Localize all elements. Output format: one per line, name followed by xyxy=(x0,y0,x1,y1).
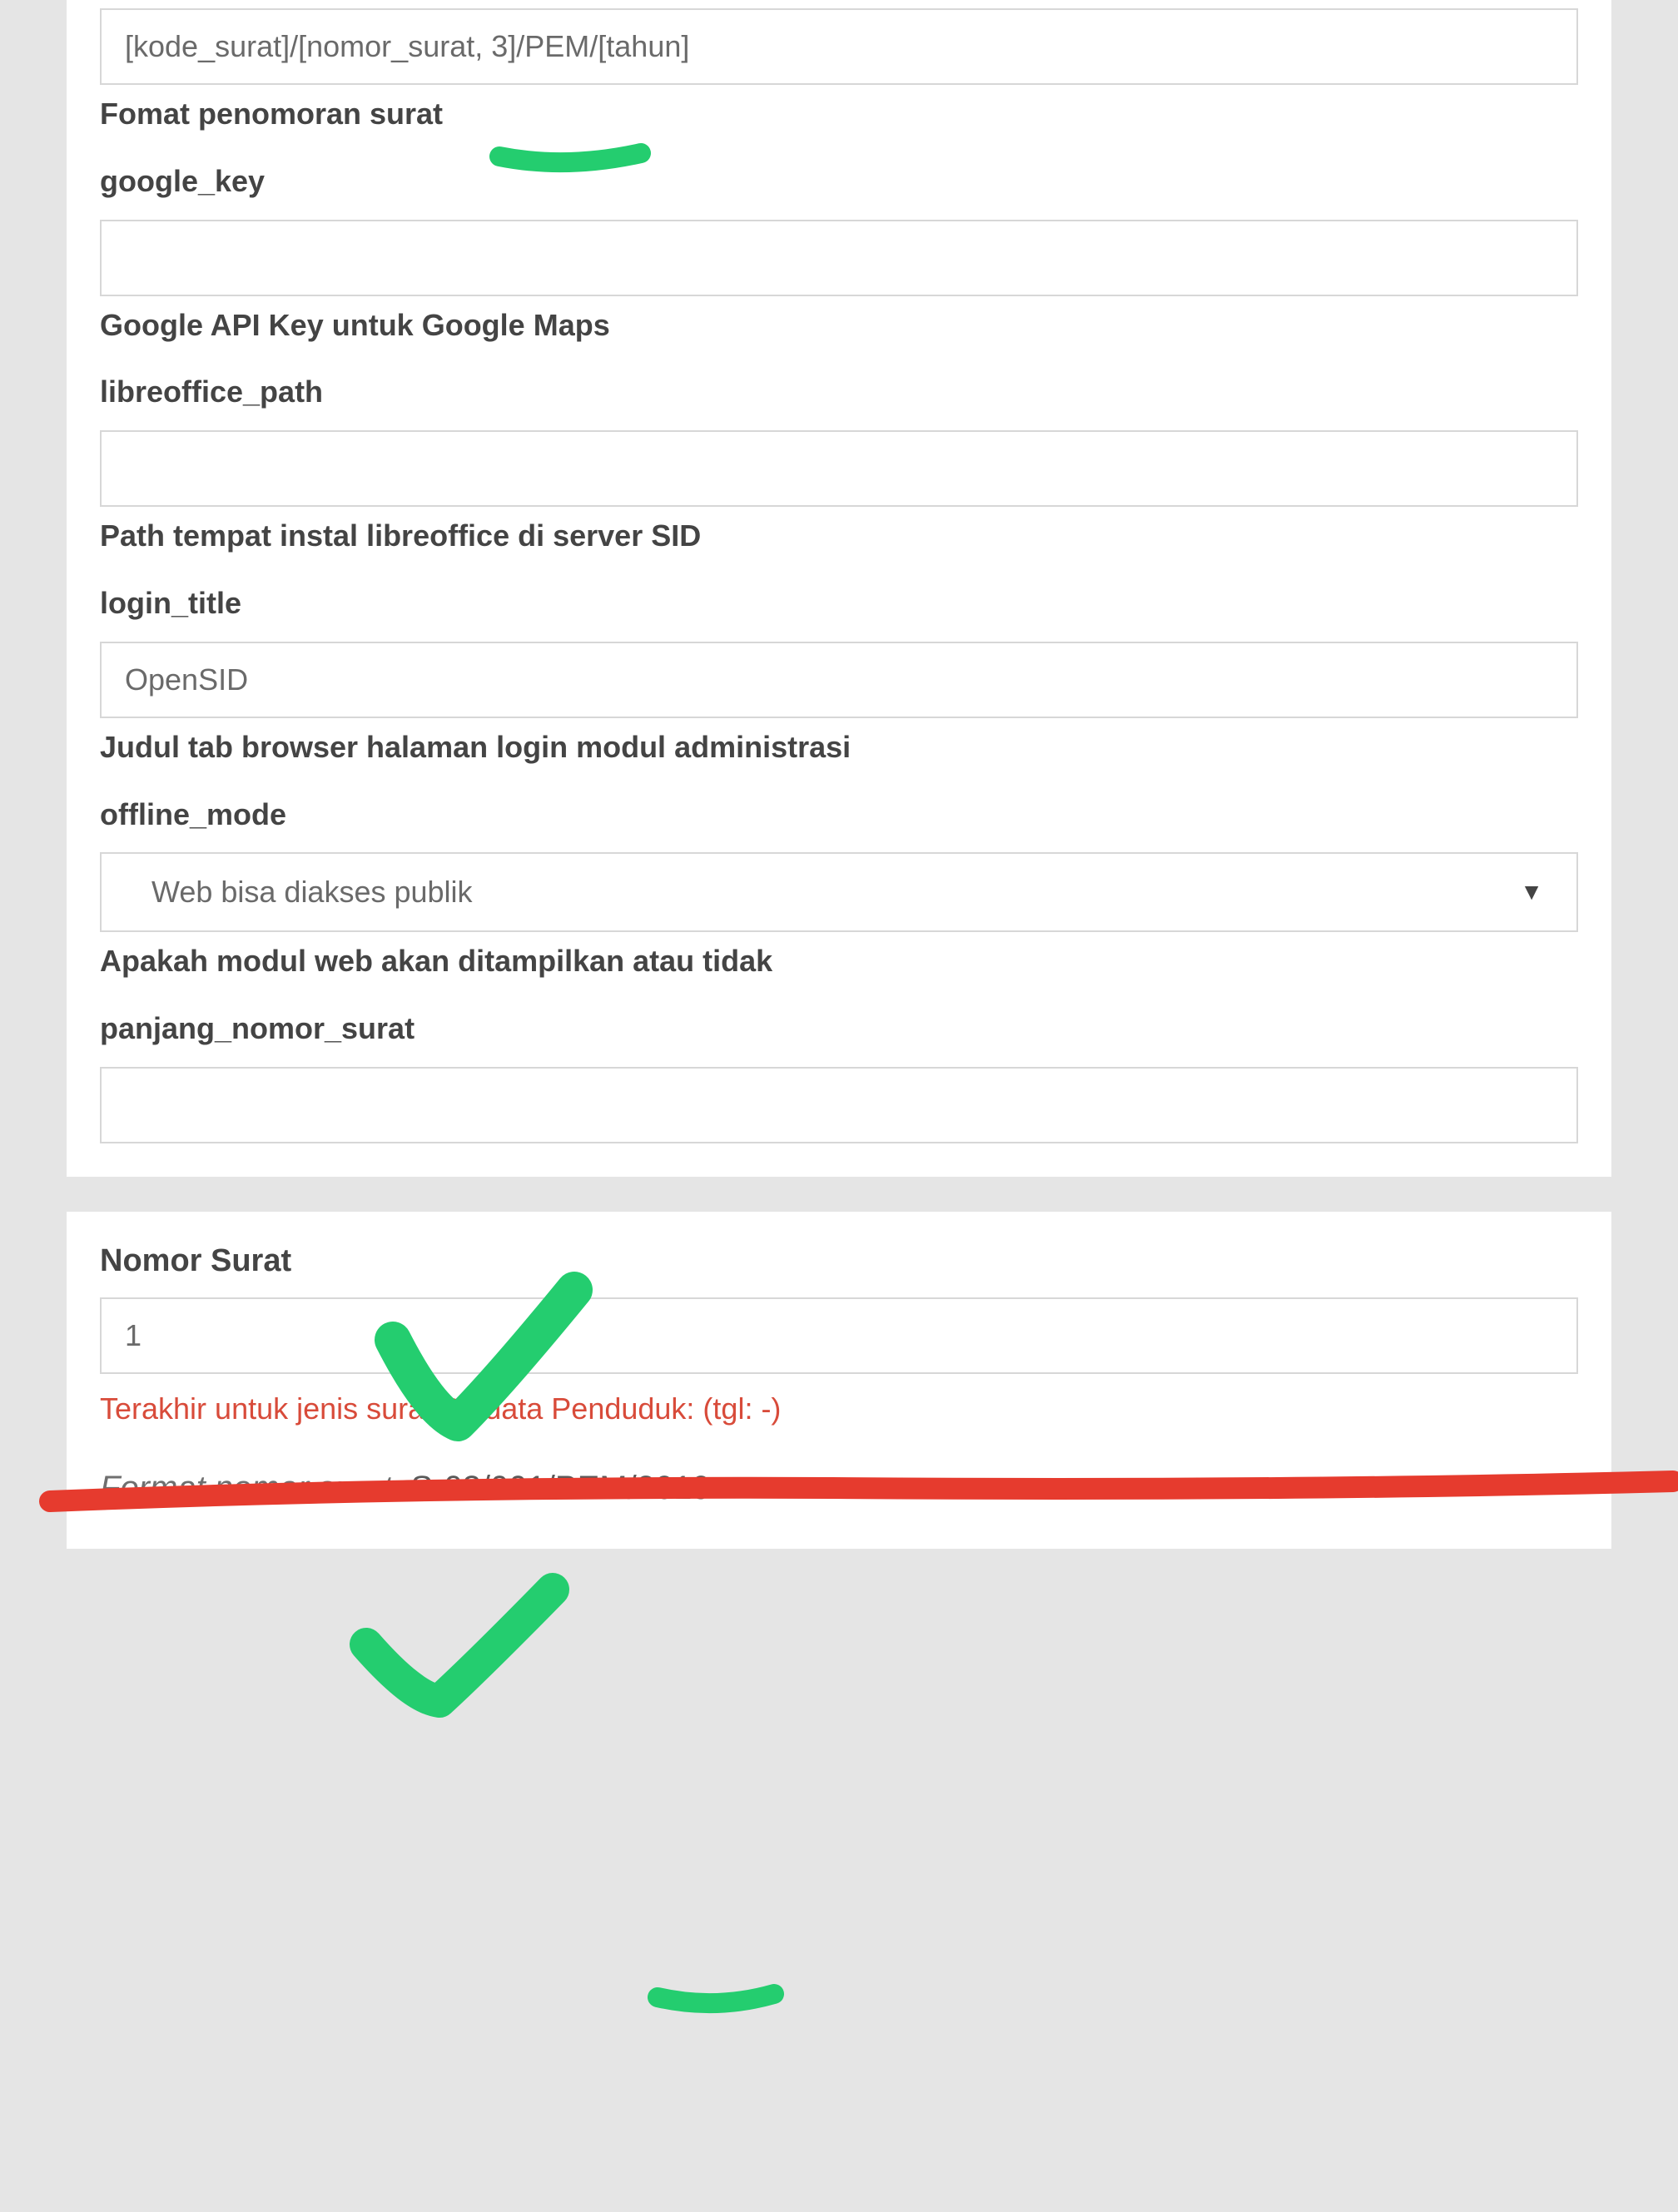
panel-gap xyxy=(0,1177,1678,1212)
google-key-input[interactable] xyxy=(100,220,1578,296)
format-nomor-surat-line: Format nomor surat: S-03/001/PEM/2019 xyxy=(100,1470,1578,1507)
panjang-nomor-surat-name: panjang_nomor_surat xyxy=(100,1009,1578,1049)
google-key-name: google_key xyxy=(100,162,1578,201)
libreoffice-path-input[interactable] xyxy=(100,430,1578,507)
offline-mode-select[interactable]: Web bisa diakses publik ▼ xyxy=(100,852,1578,932)
nomor-surat-input[interactable] xyxy=(100,1297,1578,1374)
offline-mode-name: offline_mode xyxy=(100,796,1578,835)
login-title-help: Judul tab browser halaman login modul ad… xyxy=(100,728,1578,767)
login-title-name: login_title xyxy=(100,584,1578,623)
chevron-down-icon: ▼ xyxy=(1520,879,1543,905)
google-key-help: Google API Key untuk Google Maps xyxy=(100,306,1578,345)
login-title-input[interactable] xyxy=(100,642,1578,718)
nomor-surat-label: Nomor Surat xyxy=(100,1243,1578,1279)
panjang-nomor-surat-input[interactable] xyxy=(100,1067,1578,1143)
format-penomoran-help: Fomat penomoran surat xyxy=(100,95,1578,134)
offline-mode-selected: Web bisa diakses publik xyxy=(151,875,473,910)
format-nomor-surat-value: S-03/001/PEM/2019 xyxy=(401,1470,710,1506)
nomor-surat-status: Terakhir untuk jenis surat Biodata Pendu… xyxy=(100,1389,1578,1430)
format-nomor-surat-label: Format nomor surat: xyxy=(100,1470,401,1506)
libreoffice-path-help: Path tempat instal libreoffice di server… xyxy=(100,517,1578,556)
libreoffice-path-name: libreoffice_path xyxy=(100,373,1578,412)
format-penomoran-input[interactable] xyxy=(100,8,1578,85)
offline-mode-help: Apakah modul web akan ditampilkan atau t… xyxy=(100,942,1578,981)
nomor-surat-panel: Nomor Surat Terakhir untuk jenis surat B… xyxy=(67,1212,1611,1549)
settings-panel-upper: Fomat penomoran surat google_key Google … xyxy=(67,0,1611,1177)
